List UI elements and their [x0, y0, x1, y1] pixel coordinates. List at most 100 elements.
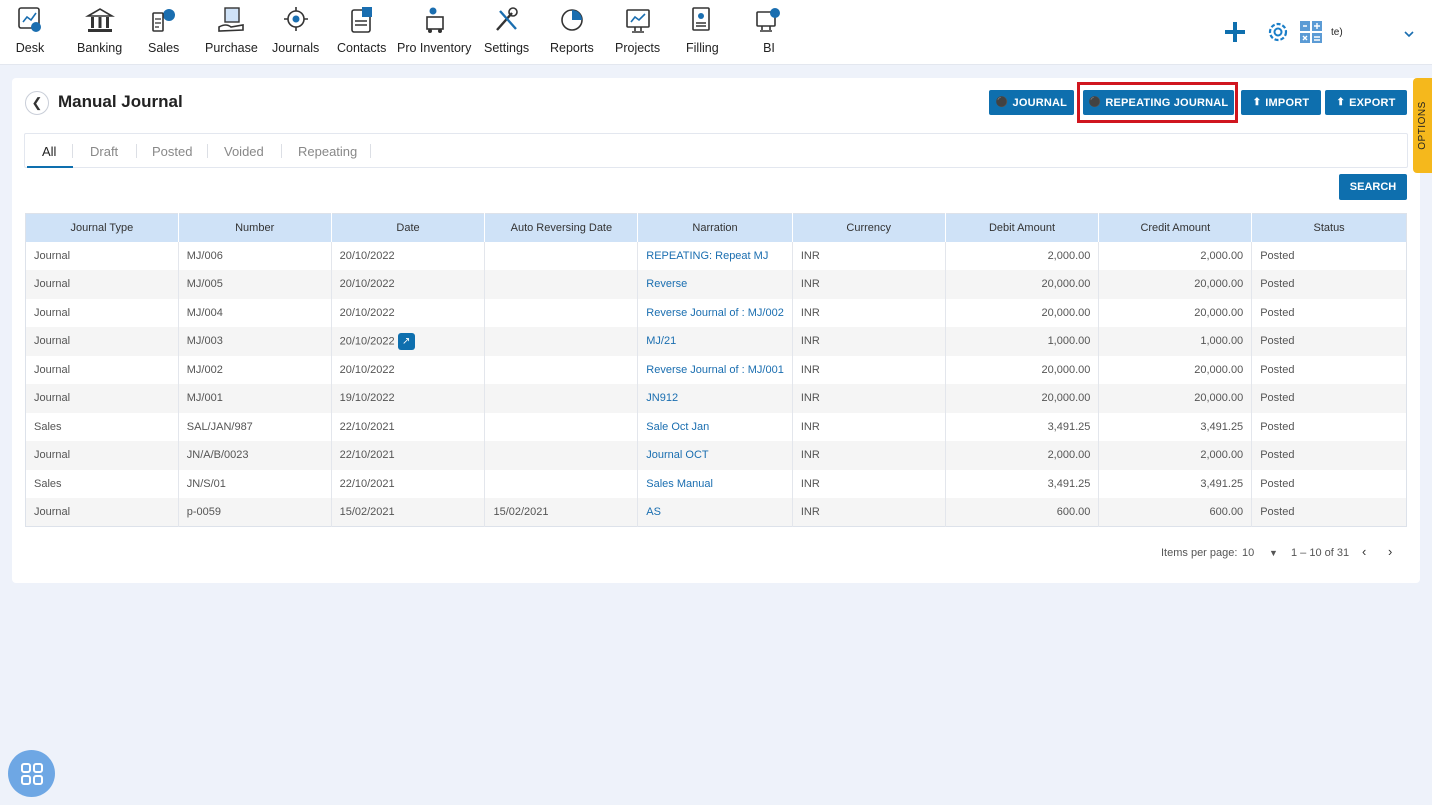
cell-text: INR	[800, 249, 820, 262]
cell-text: JN/A/B/0023	[186, 449, 249, 462]
nav-journals[interactable]: Journals	[272, 5, 319, 55]
plus-circle-icon: ⚫	[995, 97, 1009, 108]
column-header[interactable]: Auto Reversing Date	[484, 213, 639, 242]
link-icon[interactable]: ↗	[397, 332, 415, 350]
table-cell: 20/10/2022	[331, 270, 486, 299]
nav-contacts[interactable]: Contacts	[337, 5, 386, 55]
cell-text: 2,000.00	[1047, 249, 1091, 262]
table-row[interactable]: Sales JN/S/01 22/10/2021 Sales Manual INR 3,4…	[25, 469, 1407, 498]
table-cell[interactable]: Reverse Journal of : MJ/001	[637, 355, 793, 384]
tab-all[interactable]: All	[42, 144, 56, 159]
cell-text: Sales Manual	[646, 477, 713, 490]
table-cell[interactable]: JN912	[637, 384, 793, 413]
nav-bi[interactable]: BI	[754, 5, 784, 55]
column-header[interactable]: Number	[178, 213, 332, 242]
grid-icon	[20, 762, 43, 785]
table-cell: 2,000.00	[945, 241, 1100, 270]
cell-text: INR	[800, 392, 820, 405]
table-cell: JN/S/01	[178, 469, 332, 498]
table-row[interactable]: Journal MJ/003 20/10/2022 ↗ MJ/21 INR 1,000.00…	[25, 327, 1407, 356]
cell-text: Sales	[34, 420, 62, 433]
journals-icon	[283, 7, 308, 31]
cell-text: MJ/21	[646, 335, 677, 348]
prev-page-button[interactable]: ‹	[1362, 544, 1366, 559]
table-row[interactable]: Journal MJ/001 19/10/2022 JN912 INR 20,000.00…	[25, 384, 1407, 413]
add-icon[interactable]	[1223, 18, 1247, 51]
table-cell: 20,000.00	[1098, 270, 1253, 299]
table-cell: Journal	[25, 270, 179, 299]
nav-label: Settings	[484, 41, 530, 55]
table-cell[interactable]: REPEATING: Repeat MJ	[637, 241, 793, 270]
table-cell	[484, 412, 639, 441]
column-header[interactable]: Currency	[792, 213, 946, 242]
nav-label: Desk	[15, 41, 45, 55]
cell-text: INR	[800, 449, 820, 462]
nav-banking[interactable]: Banking	[77, 5, 122, 55]
nav-reports[interactable]: Reports	[550, 5, 594, 55]
nav-filling[interactable]: Filling	[686, 5, 719, 55]
table-row[interactable]: Journal JN/A/B/0023 22/10/2021 Journal OCT I…	[25, 441, 1407, 470]
column-header[interactable]: Debit Amount	[945, 213, 1100, 242]
cell-text: Posted	[1260, 506, 1295, 518]
chevron-down-icon[interactable]	[1403, 26, 1415, 44]
table-row[interactable]: Journal MJ/004 20/10/2022 Reverse Journal o…	[25, 298, 1407, 327]
table-row[interactable]: Journal MJ/005 20/10/2022 Reverse INR 20,000.…	[25, 270, 1407, 299]
table-cell: Posted	[1251, 270, 1407, 299]
tab-posted[interactable]: Posted	[152, 144, 192, 159]
table-cell[interactable]: MJ/21	[637, 327, 793, 356]
table-cell[interactable]: AS	[637, 498, 793, 527]
table-cell: Posted	[1252, 413, 1407, 442]
cell-text: Reverse Journal of : MJ/001	[646, 363, 784, 376]
table-cell	[484, 384, 639, 413]
column-header[interactable]: Status	[1251, 213, 1407, 242]
cell-text: INR	[800, 278, 820, 291]
table-cell	[484, 355, 639, 384]
table-cell: 20,000.00	[1098, 355, 1253, 384]
back-button[interactable]: ❮	[25, 91, 49, 115]
column-header[interactable]: Credit Amount	[1098, 213, 1253, 242]
search-button[interactable]: SEARCH	[1339, 174, 1407, 200]
add-journal-button[interactable]: ⚫ JOURNAL	[989, 90, 1074, 115]
items-per-page-select[interactable]: 10	[1242, 547, 1254, 559]
company-name[interactable]: te)	[1331, 27, 1343, 38]
next-page-button[interactable]: ›	[1388, 544, 1392, 559]
tab-repeating[interactable]: Repeating	[298, 144, 357, 159]
cell-text: Sale Oct Jan	[646, 420, 710, 433]
nav-desk[interactable]: Desk	[15, 5, 45, 55]
table-cell: 600.00	[1098, 498, 1253, 527]
table-cell[interactable]: Reverse	[637, 270, 793, 299]
nav-projects[interactable]: Projects	[615, 5, 660, 55]
gear-icon[interactable]	[1265, 18, 1291, 51]
nav-label: Projects	[615, 41, 661, 55]
nav-purchase[interactable]: Purchase	[205, 5, 258, 55]
export-button[interactable]: ⬆ EXPORT	[1325, 90, 1407, 115]
table-row[interactable]: Journal p-0059 15/02/2021 15/02/2021 AS INR 60…	[25, 498, 1407, 527]
table-row[interactable]: Journal MJ/002 20/10/2022 Reverse Journal o…	[25, 355, 1407, 384]
cell-text: 20,000.00	[1194, 278, 1244, 291]
nav-pro-inventory[interactable]: Pro Inventory	[397, 5, 471, 55]
table-cell[interactable]: Sale Oct Jan	[637, 412, 793, 441]
tab-voided[interactable]: Voided	[224, 144, 264, 159]
cell-text: 22/10/2021	[339, 477, 395, 490]
apps-menu-button[interactable]	[8, 750, 55, 797]
table-cell[interactable]: Sales Manual	[637, 469, 793, 498]
table-cell: Posted	[1251, 498, 1407, 527]
table-cell: 20,000.00	[945, 384, 1100, 413]
nav-sales[interactable]: Sales	[148, 5, 179, 55]
calculator-icon[interactable]	[1299, 20, 1323, 49]
tab-draft[interactable]: Draft	[90, 144, 118, 159]
cell-text: Journal	[34, 363, 71, 376]
column-header[interactable]: Narration	[637, 213, 793, 242]
cell-text: Journal	[34, 249, 71, 262]
options-side-tab[interactable]: OPTIONS	[1413, 78, 1432, 173]
highlight-box	[1077, 82, 1238, 123]
column-header[interactable]: Date	[331, 213, 486, 242]
import-button[interactable]: ⬆ IMPORT	[1241, 90, 1321, 115]
caret-down-icon[interactable]: ▼	[1269, 548, 1278, 558]
table-row[interactable]: Journal MJ/006 20/10/2022 REPEATING: Repeat…	[25, 241, 1407, 270]
table-cell[interactable]: Journal OCT	[637, 441, 793, 470]
nav-settings[interactable]: Settings	[484, 5, 529, 55]
column-header[interactable]: Journal Type	[25, 213, 179, 242]
table-cell[interactable]: Reverse Journal of : MJ/002	[637, 298, 793, 327]
table-row[interactable]: Sales SAL/JAN/987 22/10/2021 Sale Oct Jan IN…	[25, 412, 1407, 442]
